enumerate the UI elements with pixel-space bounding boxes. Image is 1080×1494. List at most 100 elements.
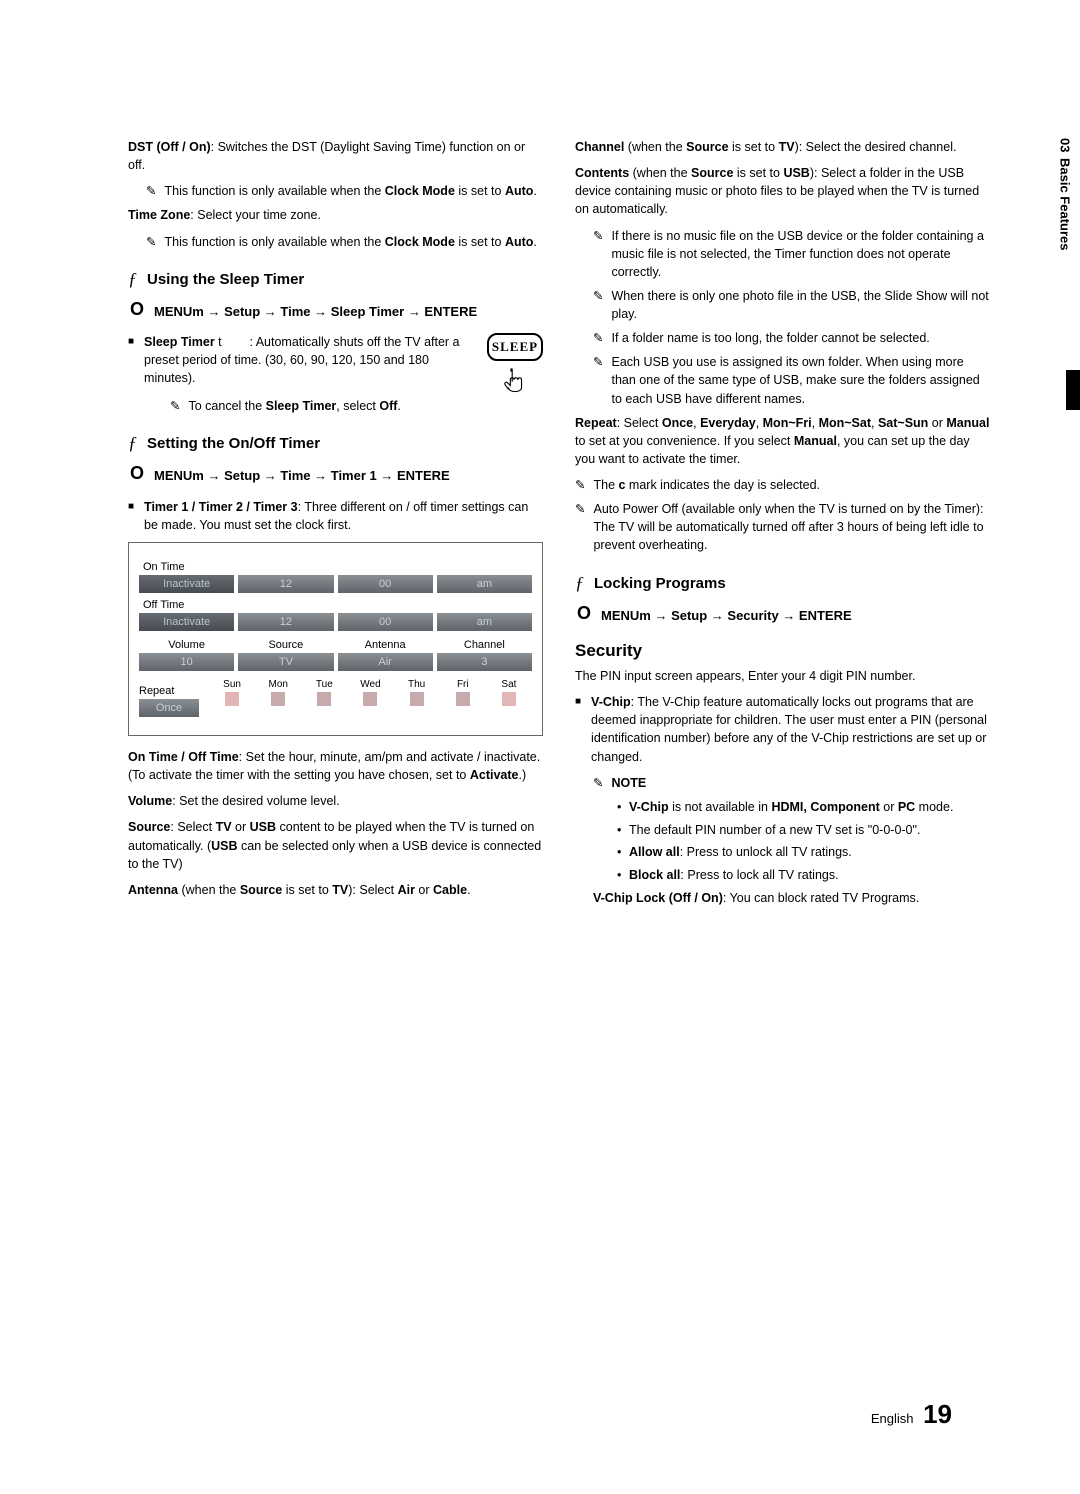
section-icon: ƒ — [128, 269, 137, 290]
vchip-bullet: ■ V-Chip: The V-Chip feature automatical… — [575, 693, 990, 766]
source-para: Source: Select TV or USB content to be p… — [128, 818, 543, 872]
repeat-para: Repeat: Select Once, Everyday, Mon~Fri, … — [575, 414, 990, 468]
timezone-text: : Select your time zone. — [190, 208, 321, 222]
note-icon — [575, 476, 585, 494]
right-column: Channel (when the Source is set to TV): … — [575, 138, 990, 915]
sleep-timer-heading: ƒ Using the Sleep Timer — [128, 269, 543, 290]
volume-header: Volume — [139, 637, 234, 653]
menu-path-text: MENUm → Setup → Time → Sleep Timer → ENT… — [154, 300, 477, 322]
note-label: NOTE — [611, 774, 646, 792]
chapter-number: 03 — [1058, 138, 1073, 152]
volume-value: 10 — [139, 653, 234, 671]
antenna-header: Antenna — [338, 637, 433, 653]
bullet-text: Timer 1 / Timer 2 / Timer 3: Three diffe… — [144, 498, 543, 534]
dst-tip-1: This function is only available when the… — [146, 182, 543, 200]
timer-osd-box: On Time Inactivate 12 00 am Off Time Ina… — [128, 542, 543, 736]
offtime-hour: 12 — [238, 613, 333, 631]
page-footer: English 19 — [871, 1399, 952, 1430]
note-item: Block all: Press to lock all TV ratings. — [617, 866, 990, 885]
note-icon — [593, 329, 603, 347]
note-icon — [593, 774, 603, 792]
channel-header: Channel — [437, 637, 532, 653]
tip-text: Auto Power Off (available only when the … — [593, 500, 990, 554]
day-thu: Thu — [394, 679, 440, 690]
footer-language: English — [871, 1411, 914, 1426]
menu-path-text: MENUm → Setup → Security → ENTERE — [601, 604, 852, 626]
menu-icon: O — [130, 300, 144, 322]
day-tue: Tue — [301, 679, 347, 690]
tip-text: Each USB you use is assigned its own fol… — [611, 353, 990, 407]
sleep-timer-bullet: ■ Sleep Timer t : Automatically shuts of… — [128, 333, 471, 389]
ontime-offtime-para: On Time / Off Time: Set the hour, minute… — [128, 748, 543, 784]
hand-icon — [498, 365, 532, 397]
sleep-remote-button: SLEEP — [487, 333, 543, 397]
tip-text: If a folder name is too long, the folder… — [611, 329, 929, 347]
menu-path-text: MENUm → Setup → Time → Timer 1 → ENTERE — [154, 464, 450, 486]
offtime-state: Inactivate — [139, 613, 234, 631]
section-icon: ƒ — [128, 433, 137, 454]
channel-para: Channel (when the Source is set to TV): … — [575, 138, 990, 156]
sleep-button-label: SLEEP — [487, 333, 543, 361]
day-fri: Fri — [440, 679, 486, 690]
tip-text: The c mark indicates the day is selected… — [593, 476, 820, 494]
day-box — [410, 692, 424, 706]
note-heading: NOTE — [593, 774, 990, 792]
timer123-bullet: ■ Timer 1 / Timer 2 / Timer 3: Three dif… — [128, 498, 543, 534]
note-icon — [593, 287, 603, 323]
usb-tip-1: If there is no music file on the USB dev… — [593, 227, 990, 281]
sleep-cancel-tip: To cancel the Sleep Timer, select Off. — [170, 397, 543, 415]
day-box — [225, 692, 239, 706]
offtime-ampm: am — [437, 613, 532, 631]
onoff-timer-heading: ƒ Setting the On/Off Timer — [128, 433, 543, 454]
bullet-icon: ■ — [128, 498, 134, 534]
dst-tip-2: This function is only available when the… — [146, 233, 543, 251]
bullet-text: V-Chip: The V-Chip feature automatically… — [591, 693, 990, 766]
tip-text: When there is only one photo file in the… — [611, 287, 990, 323]
offtime-label: Off Time — [143, 599, 532, 611]
usb-tip-4: Each USB you use is assigned its own fol… — [593, 353, 990, 407]
source-value: TV — [238, 653, 333, 671]
source-header: Source — [238, 637, 333, 653]
repeat-value: Once — [139, 699, 199, 717]
dst-label: DST (Off / On) — [128, 140, 211, 154]
note-item: The default PIN number of a new TV set i… — [617, 821, 990, 840]
timezone-para: Time Zone: Select your time zone. — [128, 206, 543, 224]
note-item: Allow all: Press to unlock all TV rating… — [617, 843, 990, 862]
volume-para: Volume: Set the desired volume level. — [128, 792, 543, 810]
day-mon: Mon — [255, 679, 301, 690]
usb-tip-2: When there is only one photo file in the… — [593, 287, 990, 323]
tip-text: This function is only available when the… — [164, 182, 536, 200]
thumb-index-mark — [1066, 370, 1080, 410]
note-icon — [593, 227, 603, 281]
ontime-min: 00 — [338, 575, 433, 593]
bullet-text: Sleep Timer t : Automatically shuts off … — [144, 333, 471, 389]
chapter-tab: 03 Basic Features — [1050, 138, 1080, 251]
note-icon — [146, 233, 156, 251]
day-box — [502, 692, 516, 706]
heading-text: Locking Programs — [594, 575, 726, 592]
tip-text: To cancel the Sleep Timer, select Off. — [188, 397, 400, 415]
sleep-menu-path: O MENUm → Setup → Time → Sleep Timer → E… — [130, 300, 543, 322]
onoff-menu-path: O MENUm → Setup → Time → Timer 1 → ENTER… — [130, 464, 543, 486]
chapter-label: Basic Features — [1058, 158, 1073, 251]
note-icon — [575, 500, 585, 554]
channel-value: 3 — [437, 653, 532, 671]
note-icon — [170, 397, 180, 415]
heading-text: Using the Sleep Timer — [147, 271, 304, 288]
security-heading: Security — [575, 641, 990, 661]
security-menu-path: O MENUm → Setup → Security → ENTERE — [577, 604, 990, 626]
locking-programs-heading: ƒ Locking Programs — [575, 573, 990, 594]
day-box — [271, 692, 285, 706]
offtime-min: 00 — [338, 613, 433, 631]
note-list: V-Chip is not available in HDMI, Compone… — [617, 798, 990, 885]
tip-text: If there is no music file on the USB dev… — [611, 227, 990, 281]
repeat-header: Repeat — [139, 685, 209, 697]
section-icon: ƒ — [575, 573, 584, 594]
antenna-value: Air — [338, 653, 433, 671]
cmark-tip: The c mark indicates the day is selected… — [575, 476, 990, 494]
footer-page-number: 19 — [923, 1399, 952, 1429]
note-icon — [146, 182, 156, 200]
day-box — [317, 692, 331, 706]
ontime-hour: 12 — [238, 575, 333, 593]
menu-icon: O — [577, 604, 591, 626]
